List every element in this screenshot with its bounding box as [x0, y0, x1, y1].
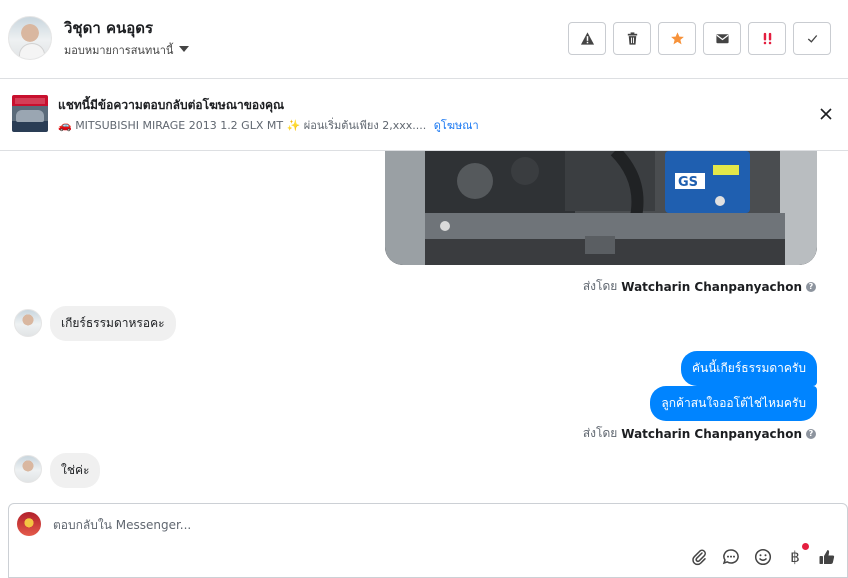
- ad-description: 🚗 MITSUBISHI MIRAGE 2013 1.2 GLX MT ✨ ผ่…: [58, 119, 427, 132]
- ad-banner-title: แชทนี้มีข้อความตอบกลับต่อโฆษณาของคุณ: [58, 98, 285, 112]
- envelope-icon: [715, 34, 729, 44]
- caret-down-icon: [179, 46, 190, 52]
- follow-up-button[interactable]: [748, 22, 786, 55]
- emoji-button[interactable]: [753, 547, 773, 567]
- outgoing-message[interactable]: คันนี้เกียร์ธรรมดาครับ: [680, 351, 817, 386]
- reply-composer: ฿: [8, 503, 848, 578]
- notification-dot: [802, 543, 809, 550]
- chat-bubble-icon: [722, 549, 739, 565]
- page-avatar: [17, 512, 41, 536]
- like-button[interactable]: [817, 547, 837, 567]
- warning-icon: [580, 32, 594, 45]
- sent-by-label: ส่งโดย Watcharin Chanpanyachon ?: [583, 277, 816, 296]
- sent-by-sender: Watcharin Chanpanyachon: [621, 426, 802, 441]
- info-icon[interactable]: ?: [806, 281, 816, 292]
- attach-button[interactable]: [689, 547, 709, 567]
- contact-avatar[interactable]: [8, 16, 52, 60]
- close-banner-button[interactable]: [816, 104, 836, 124]
- ad-thumbnail[interactable]: [12, 95, 48, 132]
- emoji-icon: [754, 548, 772, 566]
- info-icon[interactable]: ?: [806, 428, 816, 439]
- reply-input[interactable]: [53, 514, 653, 536]
- composer-tools: ฿: [689, 543, 837, 567]
- assign-conversation-dropdown[interactable]: มอบหมายการสนทนานี้: [64, 41, 190, 59]
- check-icon: [807, 35, 817, 43]
- header-actions: [568, 22, 831, 55]
- engine-photo-attachment[interactable]: GS: [385, 151, 817, 265]
- sent-by-prefix: ส่งโดย: [582, 279, 618, 293]
- thumbs-up-icon: [819, 550, 835, 564]
- contact-avatar-small[interactable]: [14, 309, 42, 337]
- outgoing-message[interactable]: ลูกค้าสนใจออโต้ไช่ไหมครับ: [650, 386, 817, 421]
- saved-replies-button[interactable]: [721, 547, 741, 567]
- payment-button[interactable]: ฿: [785, 543, 809, 567]
- exclamation-icon: [763, 32, 771, 45]
- mark-done-button[interactable]: [793, 22, 831, 55]
- contact-name[interactable]: วิชุดา คนอุดร: [64, 16, 153, 40]
- mark-unread-button[interactable]: [703, 22, 741, 55]
- delete-button[interactable]: [613, 22, 651, 55]
- star-icon: [670, 32, 684, 45]
- paperclip-icon: [692, 549, 706, 566]
- sent-by-prefix: ส่งโดย: [582, 426, 618, 440]
- contact-avatar-small[interactable]: [14, 455, 42, 483]
- trash-icon: [627, 32, 637, 45]
- conversation-header: วิชุดา คนอุดร มอบหมายการสนทนานี้: [0, 0, 848, 79]
- assign-label: มอบหมายการสนทนานี้: [64, 44, 174, 57]
- message-thread[interactable]: GS ส่งโดย Watcharin Chanpanyachon ? เกีย…: [0, 151, 848, 496]
- ad-banner-subtitle: 🚗 MITSUBISHI MIRAGE 2013 1.2 GLX MT ✨ ผ่…: [58, 116, 479, 134]
- sent-by-sender: Watcharin Chanpanyachon: [621, 279, 802, 294]
- svg-text:GS: GS: [678, 175, 698, 190]
- sent-by-label: ส่งโดย Watcharin Chanpanyachon ?: [583, 424, 816, 443]
- incoming-message[interactable]: เกียร์ธรรมดาหรอคะ: [50, 306, 176, 341]
- engine-photo: GS: [385, 151, 817, 265]
- view-ad-link[interactable]: ดูโฆษณา: [434, 119, 479, 132]
- incoming-message[interactable]: ใช่ค่ะ: [50, 453, 101, 488]
- close-icon: [820, 108, 832, 120]
- baht-icon: ฿: [790, 548, 800, 566]
- report-spam-button[interactable]: [568, 22, 606, 55]
- star-button[interactable]: [658, 22, 696, 55]
